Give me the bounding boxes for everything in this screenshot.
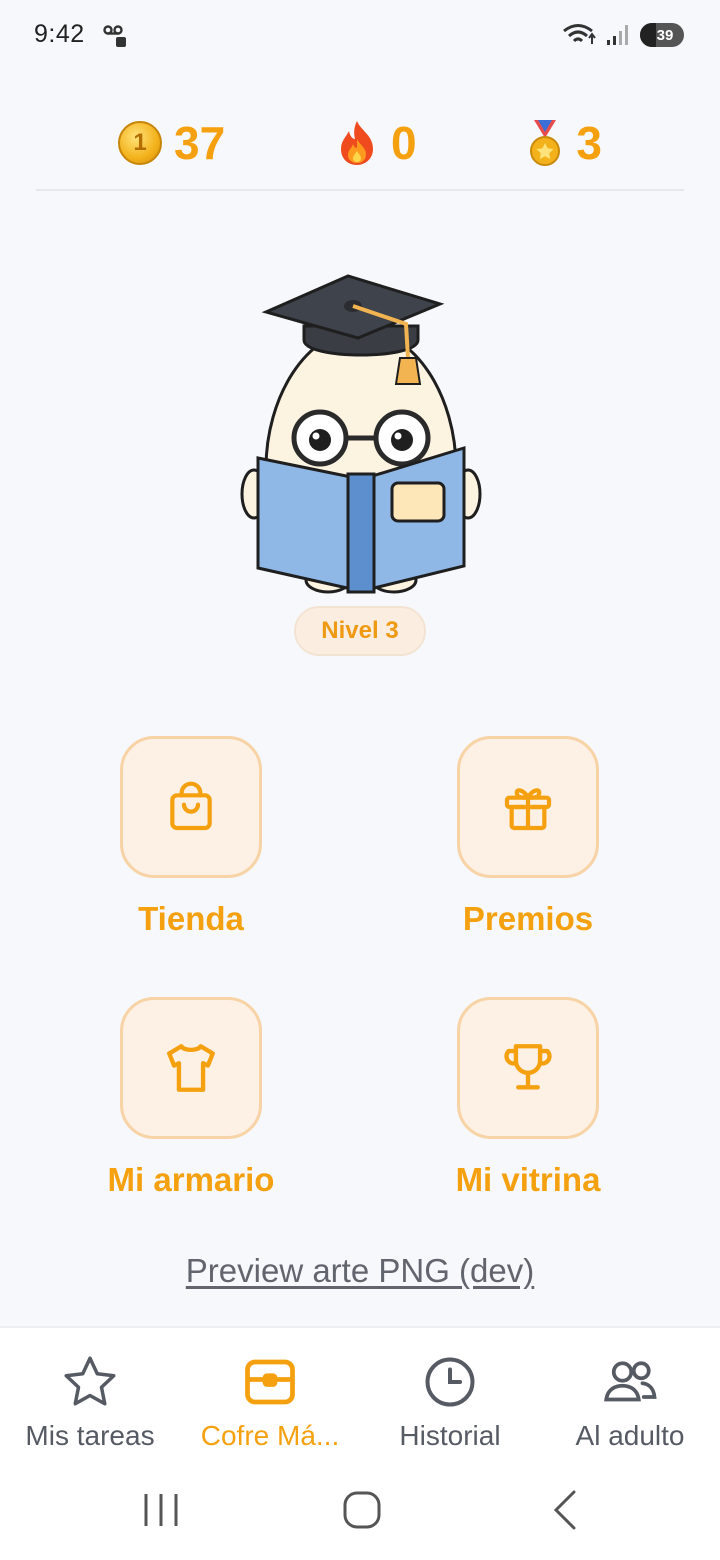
fire-icon: [340, 121, 373, 165]
streak-value: 0: [390, 117, 417, 169]
premios-tile-box[interactable]: [457, 736, 599, 878]
streak-stat: 0: [335, 116, 417, 170]
shopping-bag-icon: [170, 781, 212, 831]
star-icon: [64, 1356, 116, 1406]
wifi-icon: [563, 24, 596, 44]
level-badge: Nivel 3: [294, 606, 426, 656]
nav-al-adulto[interactable]: Al adulto: [540, 1328, 720, 1466]
recent-apps-icon[interactable]: [142, 1486, 180, 1534]
medals-stat: 3: [526, 116, 602, 170]
signal-icon: [607, 25, 628, 45]
bottom-nav: Mis tareas Cofre Má... Historial Al adul…: [0, 1326, 720, 1466]
nav-cofre-magico[interactable]: Cofre Má...: [180, 1328, 360, 1466]
tienda-label: Tienda: [138, 900, 244, 937]
medals-value: 3: [576, 117, 602, 169]
vitrina-tile-box[interactable]: [457, 997, 599, 1139]
tienda-tile-box[interactable]: [120, 736, 262, 878]
nav-cofre-label: Cofre Má...: [200, 1420, 340, 1451]
home-icon[interactable]: [340, 1486, 384, 1534]
premios-tile[interactable]: Premios: [428, 736, 628, 938]
coins-value: 37: [174, 117, 226, 169]
gift-icon: [504, 788, 552, 831]
status-time: 9:42: [34, 20, 85, 48]
vitrina-tile[interactable]: Mi vitrina: [428, 997, 628, 1199]
trophy-icon: [504, 1044, 552, 1090]
tshirt-icon: [167, 1044, 215, 1092]
coin-icon: 1: [118, 121, 162, 165]
voicemail-icon: [103, 25, 126, 47]
coins-stat: 1 37: [118, 116, 225, 170]
nav-historial[interactable]: Historial: [360, 1328, 540, 1466]
system-nav-bar: [0, 1466, 720, 1560]
premios-label: Premios: [462, 900, 594, 937]
nav-mis-tareas[interactable]: Mis tareas: [0, 1328, 180, 1466]
armario-tile[interactable]: Mi armario: [91, 997, 291, 1199]
armario-label: Mi armario: [107, 1161, 275, 1198]
nav-historial-label: Historial: [399, 1420, 501, 1451]
battery-indicator: 39: [640, 23, 684, 47]
nav-mis-tareas-label: Mis tareas: [25, 1420, 155, 1451]
back-icon[interactable]: [548, 1486, 582, 1534]
graduate-egg-reading-icon: [240, 274, 482, 594]
armario-tile-box[interactable]: [120, 997, 262, 1139]
vitrina-label: Mi vitrina: [455, 1161, 601, 1198]
status-bar: 9:42 39: [0, 0, 720, 72]
preview-art-link[interactable]: Preview arte PNG (dev): [0, 1252, 720, 1290]
clock-icon: [425, 1357, 475, 1407]
stats-row: 1 37 0 3: [36, 108, 684, 178]
nav-al-adulto-label: Al adulto: [575, 1420, 685, 1451]
users-icon: [604, 1361, 657, 1402]
status-icons: 39: [562, 22, 684, 48]
tienda-tile[interactable]: Tienda: [91, 736, 291, 938]
stats-divider: [36, 189, 684, 191]
medal-icon: [530, 120, 561, 166]
chest-icon: [245, 1359, 295, 1405]
